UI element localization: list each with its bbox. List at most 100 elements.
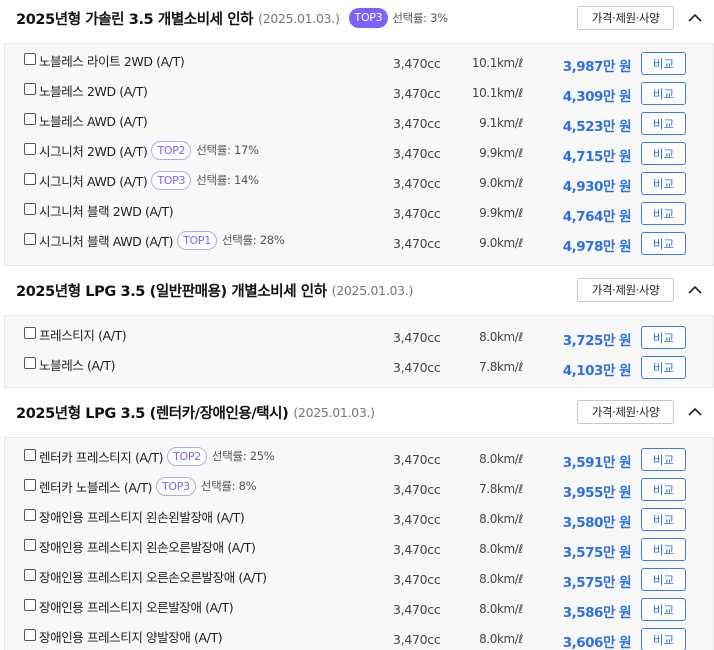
section-header-gasoline: 2025년형 가솔린 3.5 개별소비세 인하 (2025.01.03.) TO… — [0, 0, 714, 36]
trim-label: 장애인용 프레스티지 오른손오른발장애 (A/T) — [39, 567, 267, 585]
displacement: 3,470cc — [393, 146, 441, 161]
fuel-efficiency: 9.9km/ℓ — [479, 206, 523, 220]
checkbox-icon[interactable] — [24, 599, 36, 611]
top-badge: TOP2 — [151, 140, 192, 160]
section-title: 2025년형 LPG 3.5 (일반판매용) 개별소비세 인하 — [16, 283, 327, 300]
chevron-up-icon[interactable] — [686, 404, 704, 420]
compare-button[interactable]: 비교 — [641, 356, 686, 379]
compare-button[interactable]: 비교 — [641, 172, 686, 195]
trim-name: 장애인용 프레스티지 왼손오른발장애 (A/T) — [39, 539, 256, 555]
checkbox-icon[interactable] — [24, 539, 36, 551]
price: 3,606만 원 — [562, 635, 632, 650]
top-badge: TOP3 — [348, 8, 389, 28]
spec-button[interactable]: 가격·제원·사양 — [577, 278, 674, 302]
trim-row[interactable]: 노블레스 라이트 2WD (A/T) 3,470cc 10.1km/ℓ 3,98… — [5, 48, 713, 78]
trim-name: 시그니처 블랙 AWD (A/T) — [39, 233, 174, 249]
trim-name: 시그니처 블랙 2WD (A/T) — [39, 203, 174, 219]
trim-row[interactable]: 시그니처 AWD (A/T) TOP3 선택률: 14% 3,470cc 9.0… — [5, 168, 713, 198]
checkbox-icon[interactable] — [24, 113, 36, 125]
compare-button[interactable]: 비교 — [641, 448, 686, 471]
trim-row[interactable]: 시그니처 2WD (A/T) TOP2 선택률: 17% 3,470cc 9.9… — [5, 138, 713, 168]
fuel-efficiency: 8.0km/ℓ — [479, 512, 523, 526]
trim-label: 렌터카 프레스티지 (A/T) TOP2 선택률: 25% — [39, 446, 275, 466]
selection-rate: 선택률: 14% — [196, 173, 259, 187]
trim-name: 노블레스 AWD (A/T) — [39, 113, 148, 129]
compare-button[interactable]: 비교 — [641, 112, 686, 135]
checkbox-icon[interactable] — [24, 357, 36, 369]
displacement: 3,470cc — [393, 602, 441, 617]
price: 3,955만 원 — [562, 485, 632, 501]
fuel-efficiency: 7.8km/ℓ — [479, 482, 523, 496]
top-badge: TOP3 — [156, 476, 196, 496]
checkbox-icon[interactable] — [24, 203, 36, 215]
trim-row[interactable]: 렌터카 프레스티지 (A/T) TOP2 선택률: 25% 3,470cc 8.… — [5, 444, 713, 474]
price: 4,715만 원 — [562, 149, 632, 165]
compare-button[interactable]: 비교 — [641, 628, 686, 650]
trim-row[interactable]: 시그니처 블랙 2WD (A/T) 3,470cc 9.9km/ℓ 4,764만… — [5, 198, 713, 228]
trim-row[interactable]: 시그니처 블랙 AWD (A/T) TOP1 선택률: 28% 3,470cc … — [5, 228, 713, 258]
compare-button[interactable]: 비교 — [641, 568, 686, 591]
price: 3,580만 원 — [562, 515, 632, 531]
compare-button[interactable]: 비교 — [641, 598, 686, 621]
checkbox-icon[interactable] — [24, 479, 36, 491]
trim-row[interactable]: 노블레스 AWD (A/T) 3,470cc 9.1km/ℓ 4,523만 원 … — [5, 108, 713, 138]
chevron-up-icon[interactable] — [686, 282, 704, 298]
trim-row[interactable]: 장애인용 프레스티지 왼손왼발장애 (A/T) 3,470cc 8.0km/ℓ … — [5, 504, 713, 534]
compare-button[interactable]: 비교 — [641, 326, 686, 349]
checkbox-icon[interactable] — [24, 327, 36, 339]
section-title: 2025년형 LPG 3.5 (렌터카/장애인용/택시) — [16, 405, 289, 422]
checkbox-icon[interactable] — [24, 449, 36, 461]
price: 3,575만 원 — [562, 575, 632, 591]
price: 4,764만 원 — [562, 209, 632, 225]
compare-button[interactable]: 비교 — [641, 82, 686, 105]
section-header-lpg-rental: 2025년형 LPG 3.5 (렌터카/장애인용/택시) (2025.01.03… — [0, 394, 714, 430]
chevron-up-icon[interactable] — [686, 10, 704, 26]
checkbox-icon[interactable] — [24, 83, 36, 95]
checkbox-icon[interactable] — [24, 53, 36, 65]
checkbox-icon[interactable] — [24, 509, 36, 521]
displacement: 3,470cc — [393, 482, 441, 497]
checkbox-icon[interactable] — [24, 173, 36, 185]
price: 4,978만 원 — [562, 239, 632, 255]
trim-row[interactable]: 장애인용 프레스티지 오른발장애 (A/T) 3,470cc 8.0km/ℓ 3… — [5, 594, 713, 624]
compare-button[interactable]: 비교 — [641, 232, 686, 255]
trim-label: 장애인용 프레스티지 왼손오른발장애 (A/T) — [39, 537, 256, 555]
checkbox-icon[interactable] — [24, 629, 36, 641]
checkbox-icon[interactable] — [24, 233, 36, 245]
trim-name: 장애인용 프레스티지 오른발장애 (A/T) — [39, 599, 234, 615]
trim-name: 장애인용 프레스티지 오른손오른발장애 (A/T) — [39, 569, 267, 585]
fuel-efficiency: 8.0km/ℓ — [479, 542, 523, 556]
trim-row[interactable]: 노블레스 (A/T) 3,470cc 7.8km/ℓ 4,103만 원 비교 — [5, 352, 713, 382]
compare-button[interactable]: 비교 — [641, 508, 686, 531]
checkbox-icon[interactable] — [24, 143, 36, 155]
price: 4,523만 원 — [562, 119, 632, 135]
trim-row[interactable]: 렌터카 노블레스 (A/T) TOP3 선택률: 8% 3,470cc 7.8k… — [5, 474, 713, 504]
compare-button[interactable]: 비교 — [641, 202, 686, 225]
displacement: 3,470cc — [393, 176, 441, 191]
displacement: 3,470cc — [393, 86, 441, 101]
checkbox-icon[interactable] — [24, 569, 36, 581]
compare-button[interactable]: 비교 — [641, 52, 686, 75]
spec-button[interactable]: 가격·제원·사양 — [577, 6, 674, 30]
trim-row[interactable]: 프레스티지 (A/T) 3,470cc 8.0km/ℓ 3,725만 원 비교 — [5, 322, 713, 352]
fuel-efficiency: 7.8km/ℓ — [479, 360, 523, 374]
compare-button[interactable]: 비교 — [641, 478, 686, 501]
top-badge: TOP1 — [177, 230, 217, 250]
trim-name: 노블레스 (A/T) — [39, 357, 116, 373]
trim-row[interactable]: 장애인용 프레스티지 오른손오른발장애 (A/T) 3,470cc 8.0km/… — [5, 564, 713, 594]
displacement: 3,470cc — [393, 360, 441, 375]
trim-row[interactable]: 노블레스 2WD (A/T) 3,470cc 10.1km/ℓ 4,309만 원… — [5, 78, 713, 108]
trim-row[interactable]: 장애인용 프레스티지 양발장애 (A/T) 3,470cc 8.0km/ℓ 3,… — [5, 624, 713, 650]
selection-rate: 선택률: 28% — [221, 233, 285, 247]
trim-name: 프레스티지 (A/T) — [39, 327, 127, 343]
price: 3,987만 원 — [562, 59, 632, 75]
trim-row[interactable]: 장애인용 프레스티지 왼손오른발장애 (A/T) 3,470cc 8.0km/ℓ… — [5, 534, 713, 564]
displacement: 3,470cc — [393, 452, 441, 467]
fuel-efficiency: 9.0km/ℓ — [479, 236, 523, 250]
section-date: (2025.01.03.) — [331, 282, 414, 298]
trim-label: 시그니처 2WD (A/T) TOP2 선택률: 17% — [39, 140, 259, 160]
displacement: 3,470cc — [393, 236, 441, 251]
compare-button[interactable]: 비교 — [641, 538, 686, 561]
spec-button[interactable]: 가격·제원·사양 — [577, 400, 674, 424]
compare-button[interactable]: 비교 — [641, 142, 686, 165]
